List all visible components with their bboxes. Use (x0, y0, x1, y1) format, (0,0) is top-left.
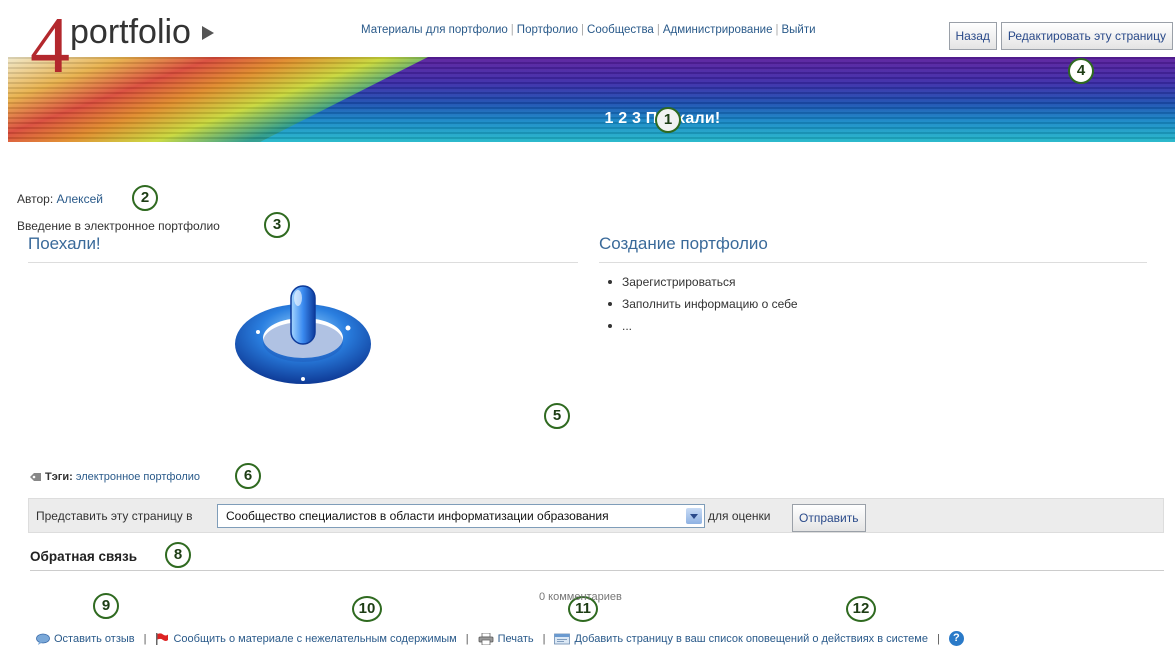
leave-feedback-link[interactable]: Оставить отзыв (54, 633, 135, 645)
nav-separator: | (775, 24, 779, 36)
nav-separator: | (510, 24, 514, 36)
author-prefix: Автор: (17, 192, 57, 206)
steps-list: Зарегистрироваться Заполнить информацию … (607, 271, 798, 337)
submit-for-assessment-bar: Представить эту страницу в Сообщество сп… (28, 498, 1164, 533)
tag-link[interactable]: электронное портфолио (76, 471, 200, 483)
list-item: ... (607, 315, 798, 337)
logo-four: 4 (30, 2, 70, 90)
footer-separator: | (143, 632, 147, 645)
nav-materials[interactable]: Материалы для портфолио (361, 24, 508, 36)
page-header: 4 portfolio Материалы для портфолио | Порт… (0, 0, 1175, 142)
tags-row: Тэги: электронное портфолио (30, 471, 200, 483)
footer-separator: | (542, 632, 546, 645)
callout-badge: 4 (1068, 58, 1094, 84)
callout-badge: 1 (655, 107, 681, 133)
nav-logout[interactable]: Выйти (782, 24, 816, 36)
callout-badge: 6 (235, 463, 261, 489)
list-item: Зарегистрироваться (607, 271, 798, 293)
callout-badge: 8 (165, 542, 191, 568)
flag-icon (156, 632, 169, 645)
edit-page-button[interactable]: Редактировать эту страницу (1000, 22, 1173, 50)
add-to-watchlist-link[interactable]: Добавить страницу в ваш список оповещени… (574, 633, 928, 645)
right-block-divider (599, 262, 1147, 263)
submit-button[interactable]: Отправить (792, 504, 866, 532)
logo-text: portfolio (70, 13, 191, 51)
submit-suffix-label: для оценки (708, 509, 771, 523)
page-title-row: 1 2 3 Поехали! (0, 110, 1175, 128)
power-icon (235, 285, 371, 384)
comments-count: 0 комментариев (539, 591, 622, 603)
tag-icon (30, 473, 41, 482)
nav-administration[interactable]: Администрирование (663, 24, 773, 36)
callout-badge: 10 (352, 596, 382, 622)
back-button[interactable]: Назад (948, 22, 997, 50)
callout-badge: 9 (93, 593, 119, 619)
nav-separator: | (656, 24, 660, 36)
nav-separator: | (581, 24, 585, 36)
tags-label: Тэги: (45, 471, 73, 483)
speech-bubble-icon (36, 633, 50, 645)
printer-icon (478, 632, 493, 645)
author-line: Автор: Алексей (17, 192, 103, 206)
footer-separator: | (465, 632, 469, 645)
chevron-down-icon[interactable] (686, 508, 702, 524)
header-buttons: Назад Редактировать эту страницу (948, 22, 1173, 50)
left-block-title: Поехали! (28, 234, 101, 253)
nav-communities[interactable]: Сообщества (587, 24, 654, 36)
list-item: Заполнить информацию о себе (607, 293, 798, 315)
right-block-title: Создание портфолио (599, 234, 768, 253)
logo-arrow-icon (202, 26, 214, 40)
page-description: Введение в электронное портфолио (17, 219, 220, 233)
community-select[interactable]: Сообщество специалистов в области информ… (217, 504, 705, 528)
community-select-value: Сообщество специалистов в области информ… (226, 509, 609, 523)
report-content-link[interactable]: Сообщить о материале с нежелательным сод… (173, 633, 456, 645)
left-block-divider (28, 262, 578, 263)
nav-portfolio[interactable]: Портфолио (517, 24, 578, 36)
page-actions: Оставить отзыв | Сообщить о материале с … (36, 631, 964, 646)
top-navigation: Материалы для портфолио | Портфолио | Сообще… (361, 24, 816, 36)
callout-badge: 12 (846, 596, 876, 622)
watchlist-icon (554, 633, 571, 644)
author-link[interactable]: Алексей (57, 192, 103, 206)
callout-badge: 2 (132, 185, 158, 211)
help-icon[interactable]: ? (948, 631, 964, 646)
submit-prefix-label: Представить эту страницу в (36, 509, 193, 523)
print-link[interactable]: Печать (498, 633, 534, 645)
callout-badge: 5 (544, 403, 570, 429)
site-logo[interactable]: 4 portfolio (30, 6, 240, 86)
footer-separator: | (936, 632, 940, 645)
callout-badge: 3 (264, 212, 290, 238)
feedback-divider (30, 570, 1164, 571)
feedback-title: Обратная связь (30, 549, 138, 564)
